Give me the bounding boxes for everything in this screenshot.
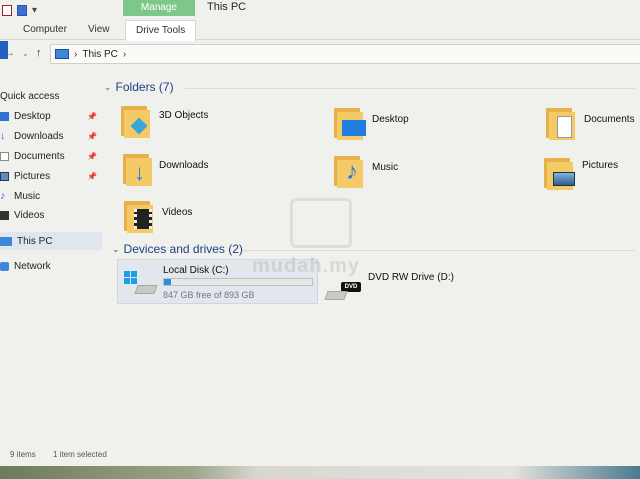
network-icon [0, 261, 9, 271]
documents-icon [0, 151, 9, 161]
folders-section-header[interactable]: ⌄ Folders (7) [104, 80, 174, 94]
new-folder-icon[interactable] [17, 4, 27, 16]
quick-access-toolbar: ▾ [0, 0, 37, 20]
folder-label: Videos [162, 207, 193, 218]
folder-label: 3D Objects [159, 110, 209, 121]
drive-name: Local Disk (C:) [163, 265, 229, 276]
sidebar-item-label: Downloads [14, 130, 64, 142]
sidebar-item-label: Music [14, 190, 41, 202]
drive-free-space: 847 GB free of 893 GB [163, 290, 255, 300]
drives-section-title: Devices and drives (2) [123, 242, 243, 256]
folder-pictures[interactable]: Pictures [544, 156, 618, 190]
folder-3d-objects[interactable]: 3D Objects [121, 104, 208, 138]
sidebar-item-network[interactable]: Network [0, 257, 102, 275]
sidebar-item-label: Network [14, 260, 51, 272]
drive-dvd-d[interactable]: DVD RW Drive (D:) [368, 272, 454, 283]
recent-locations-icon[interactable]: ⌄ [22, 49, 29, 58]
sidebar-item-downloads[interactable]: ↓ Downloads 📌 [0, 127, 102, 145]
this-pc-icon [55, 49, 69, 59]
folder-label: Pictures [582, 160, 619, 171]
tab-view[interactable]: View [88, 24, 110, 35]
desktop-icon [0, 111, 9, 121]
window-title: This PC [207, 1, 247, 13]
disk-usage-bar [163, 278, 313, 286]
section-divider [185, 88, 635, 89]
forward-arrow-icon[interactable]: → [4, 47, 15, 59]
properties-icon[interactable] [2, 4, 12, 16]
selection-status: 1 item selected [53, 450, 107, 459]
chevron-down-icon[interactable]: ⌄ [104, 82, 112, 93]
pin-icon[interactable]: 📌 [87, 132, 97, 141]
drives-section-header[interactable]: ⌄ Devices and drives (2) [112, 242, 243, 256]
folder-label: Downloads [159, 160, 209, 171]
windows-logo-icon [124, 271, 138, 285]
pin-icon[interactable]: 📌 [87, 172, 97, 181]
sidebar-item-label: Documents [14, 150, 65, 162]
section-divider [242, 250, 635, 251]
desktop-folder-icon [334, 106, 366, 140]
3d-objects-folder-icon [121, 104, 153, 138]
sidebar-item-label: Pictures [14, 170, 51, 182]
downloads-folder-icon: ↓ [123, 152, 155, 186]
pictures-icon [0, 171, 9, 181]
breadcrumb-separator[interactable]: › [123, 49, 126, 60]
navigation-pane: Quick access Desktop 📌 ↓ Downloads 📌 Doc… [0, 80, 102, 280]
folder-label: Desktop [372, 114, 409, 125]
up-arrow-icon[interactable]: ↑ [36, 47, 42, 59]
ribbon-tabs: Computer View Drive Tools [0, 20, 640, 59]
this-pc-icon [0, 236, 12, 246]
sidebar-item-documents[interactable]: Documents 📌 [0, 147, 102, 165]
sidebar-item-desktop[interactable]: Desktop 📌 [0, 107, 102, 125]
disk-usage-fill [164, 279, 172, 285]
breadcrumb-this-pc[interactable]: This PC [82, 49, 118, 60]
videos-folder-icon [124, 199, 156, 233]
tab-manage[interactable]: Manage [123, 0, 195, 16]
documents-folder-icon [546, 106, 578, 140]
folder-desktop[interactable]: Desktop [334, 106, 409, 140]
sidebar-quick-access[interactable]: Quick access [0, 87, 102, 105]
pin-icon[interactable]: 📌 [87, 112, 97, 121]
folders-section-title: Folders (7) [115, 80, 174, 94]
sidebar-item-label: Desktop [14, 110, 51, 122]
sidebar-item-pictures[interactable]: Pictures 📌 [0, 167, 102, 185]
downloads-icon: ↓ [0, 129, 6, 142]
chevron-down-icon[interactable]: ⌄ [112, 244, 120, 255]
navigation-bar: → ⌄ ↑ › This PC › [0, 44, 640, 66]
music-icon: ♪ [0, 189, 6, 202]
watermark-text: mudah.my [252, 255, 361, 277]
sidebar-item-music[interactable]: ♪ Music [0, 187, 102, 205]
folder-label: Music [372, 162, 399, 173]
customize-toolbar-icon[interactable]: ▾ [32, 5, 37, 16]
folder-videos[interactable]: Videos [124, 199, 192, 233]
pictures-folder-icon [544, 156, 576, 190]
pin-icon[interactable]: 📌 [87, 152, 97, 161]
watermark-logo [290, 198, 352, 248]
file-explorer-window: ▾ Manage This PC Computer View Drive Too… [0, 0, 640, 468]
optical-drive-icon[interactable] [324, 291, 348, 300]
breadcrumb-separator[interactable]: › [74, 49, 77, 60]
sidebar-item-label: This PC [17, 235, 53, 247]
sidebar-item-this-pc[interactable]: This PC [0, 232, 102, 250]
quick-access-label: Quick access [0, 90, 60, 102]
desktop-background-strip [0, 466, 640, 479]
tab-computer[interactable]: Computer [23, 24, 67, 35]
folder-music[interactable]: ♪ Music [334, 154, 398, 188]
folder-downloads[interactable]: ↓ Downloads [123, 152, 208, 186]
sidebar-item-label: Videos [14, 209, 45, 221]
folder-label: Documents [584, 114, 635, 125]
music-folder-icon: ♪ [334, 154, 366, 188]
status-bar: 9 items 1 item selected [0, 448, 640, 462]
folder-documents[interactable]: Documents [546, 106, 635, 140]
videos-icon [0, 210, 9, 220]
item-count: 9 items [10, 450, 36, 459]
address-bar[interactable]: › This PC › [50, 44, 640, 64]
tab-drive-tools[interactable]: Drive Tools [125, 20, 197, 41]
sidebar-item-videos[interactable]: Videos [0, 206, 102, 224]
hard-disk-icon [134, 285, 158, 294]
